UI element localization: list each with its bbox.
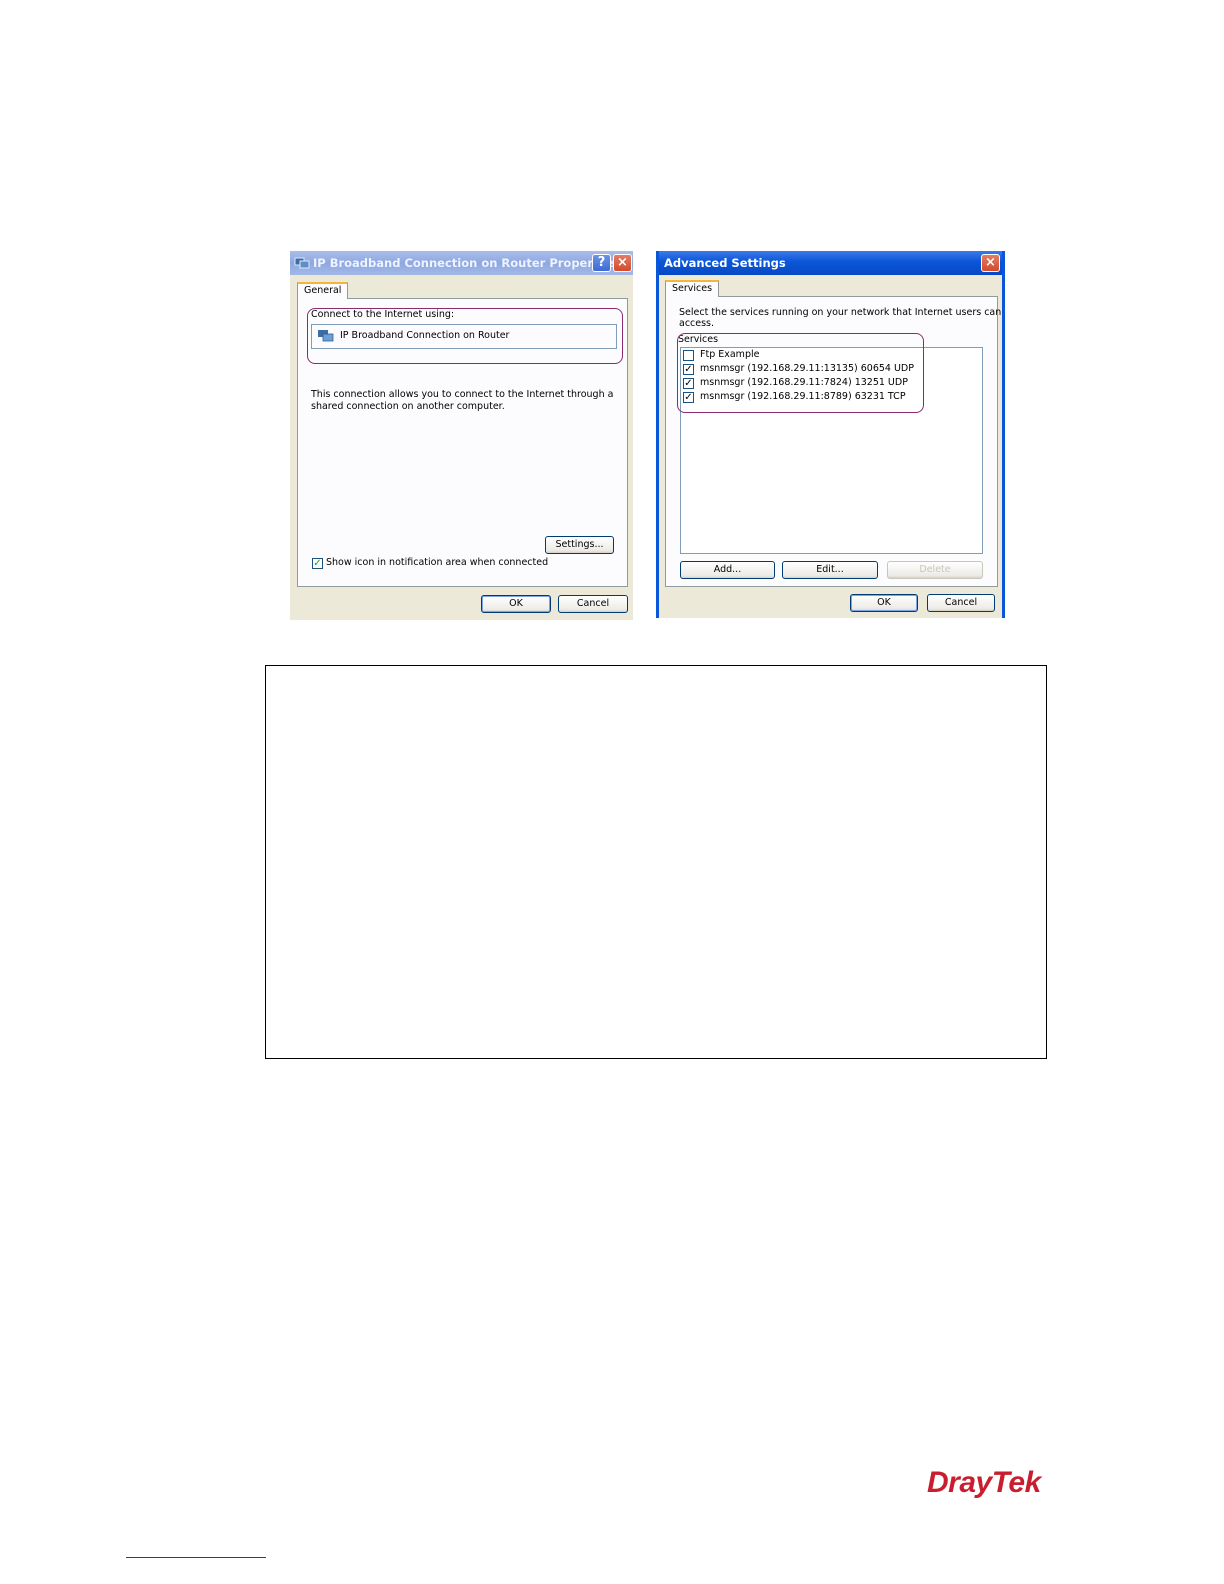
properties-dialog: IP Broadband Connection on Router Proper… — [290, 251, 633, 620]
instructions-line2: access. — [679, 318, 715, 329]
tab-general[interactable]: General — [297, 282, 349, 299]
highlight-box — [307, 308, 623, 364]
close-button[interactable]: × — [613, 254, 632, 272]
advanced-titlebar[interactable]: Advanced Settings × — [659, 251, 1002, 275]
ok-button[interactable]: OK — [481, 595, 551, 613]
description-line1: This connection allows you to connect to… — [311, 389, 614, 400]
tab-services[interactable]: Services — [665, 280, 720, 297]
advanced-settings-dialog: Advanced Settings × Services Select the … — [656, 251, 1005, 618]
show-icon-checkbox[interactable]: ✓ — [312, 558, 323, 569]
empty-box — [265, 665, 1047, 1059]
logo-text-b: Tek — [991, 1466, 1042, 1499]
draytek-logo: DrayTek — [927, 1466, 1041, 1500]
properties-title: IP Broadband Connection on Router Proper… — [313, 256, 618, 270]
cancel-button[interactable]: Cancel — [927, 594, 995, 612]
advanced-title: Advanced Settings — [664, 256, 786, 270]
network-connection-icon — [294, 257, 310, 269]
ok-button[interactable]: OK — [850, 594, 918, 612]
settings-button[interactable]: Settings... — [545, 536, 614, 554]
delete-button: Delete — [887, 561, 983, 579]
close-button[interactable]: × — [981, 254, 1000, 272]
help-button[interactable]: ? — [592, 254, 611, 272]
show-icon-label: Show icon in notification area when conn… — [326, 557, 549, 568]
description-line2: shared connection on another computer. — [311, 401, 505, 412]
instructions-line1: Select the services running on your netw… — [679, 307, 1002, 318]
add-button[interactable]: Add... — [680, 561, 775, 579]
logo-text-a: Dray — [927, 1466, 992, 1499]
footer-line — [126, 1557, 266, 1558]
highlight-box — [677, 333, 924, 413]
cancel-button[interactable]: Cancel — [558, 595, 628, 613]
properties-titlebar[interactable]: IP Broadband Connection on Router Proper… — [290, 251, 633, 275]
edit-button[interactable]: Edit... — [782, 561, 878, 579]
